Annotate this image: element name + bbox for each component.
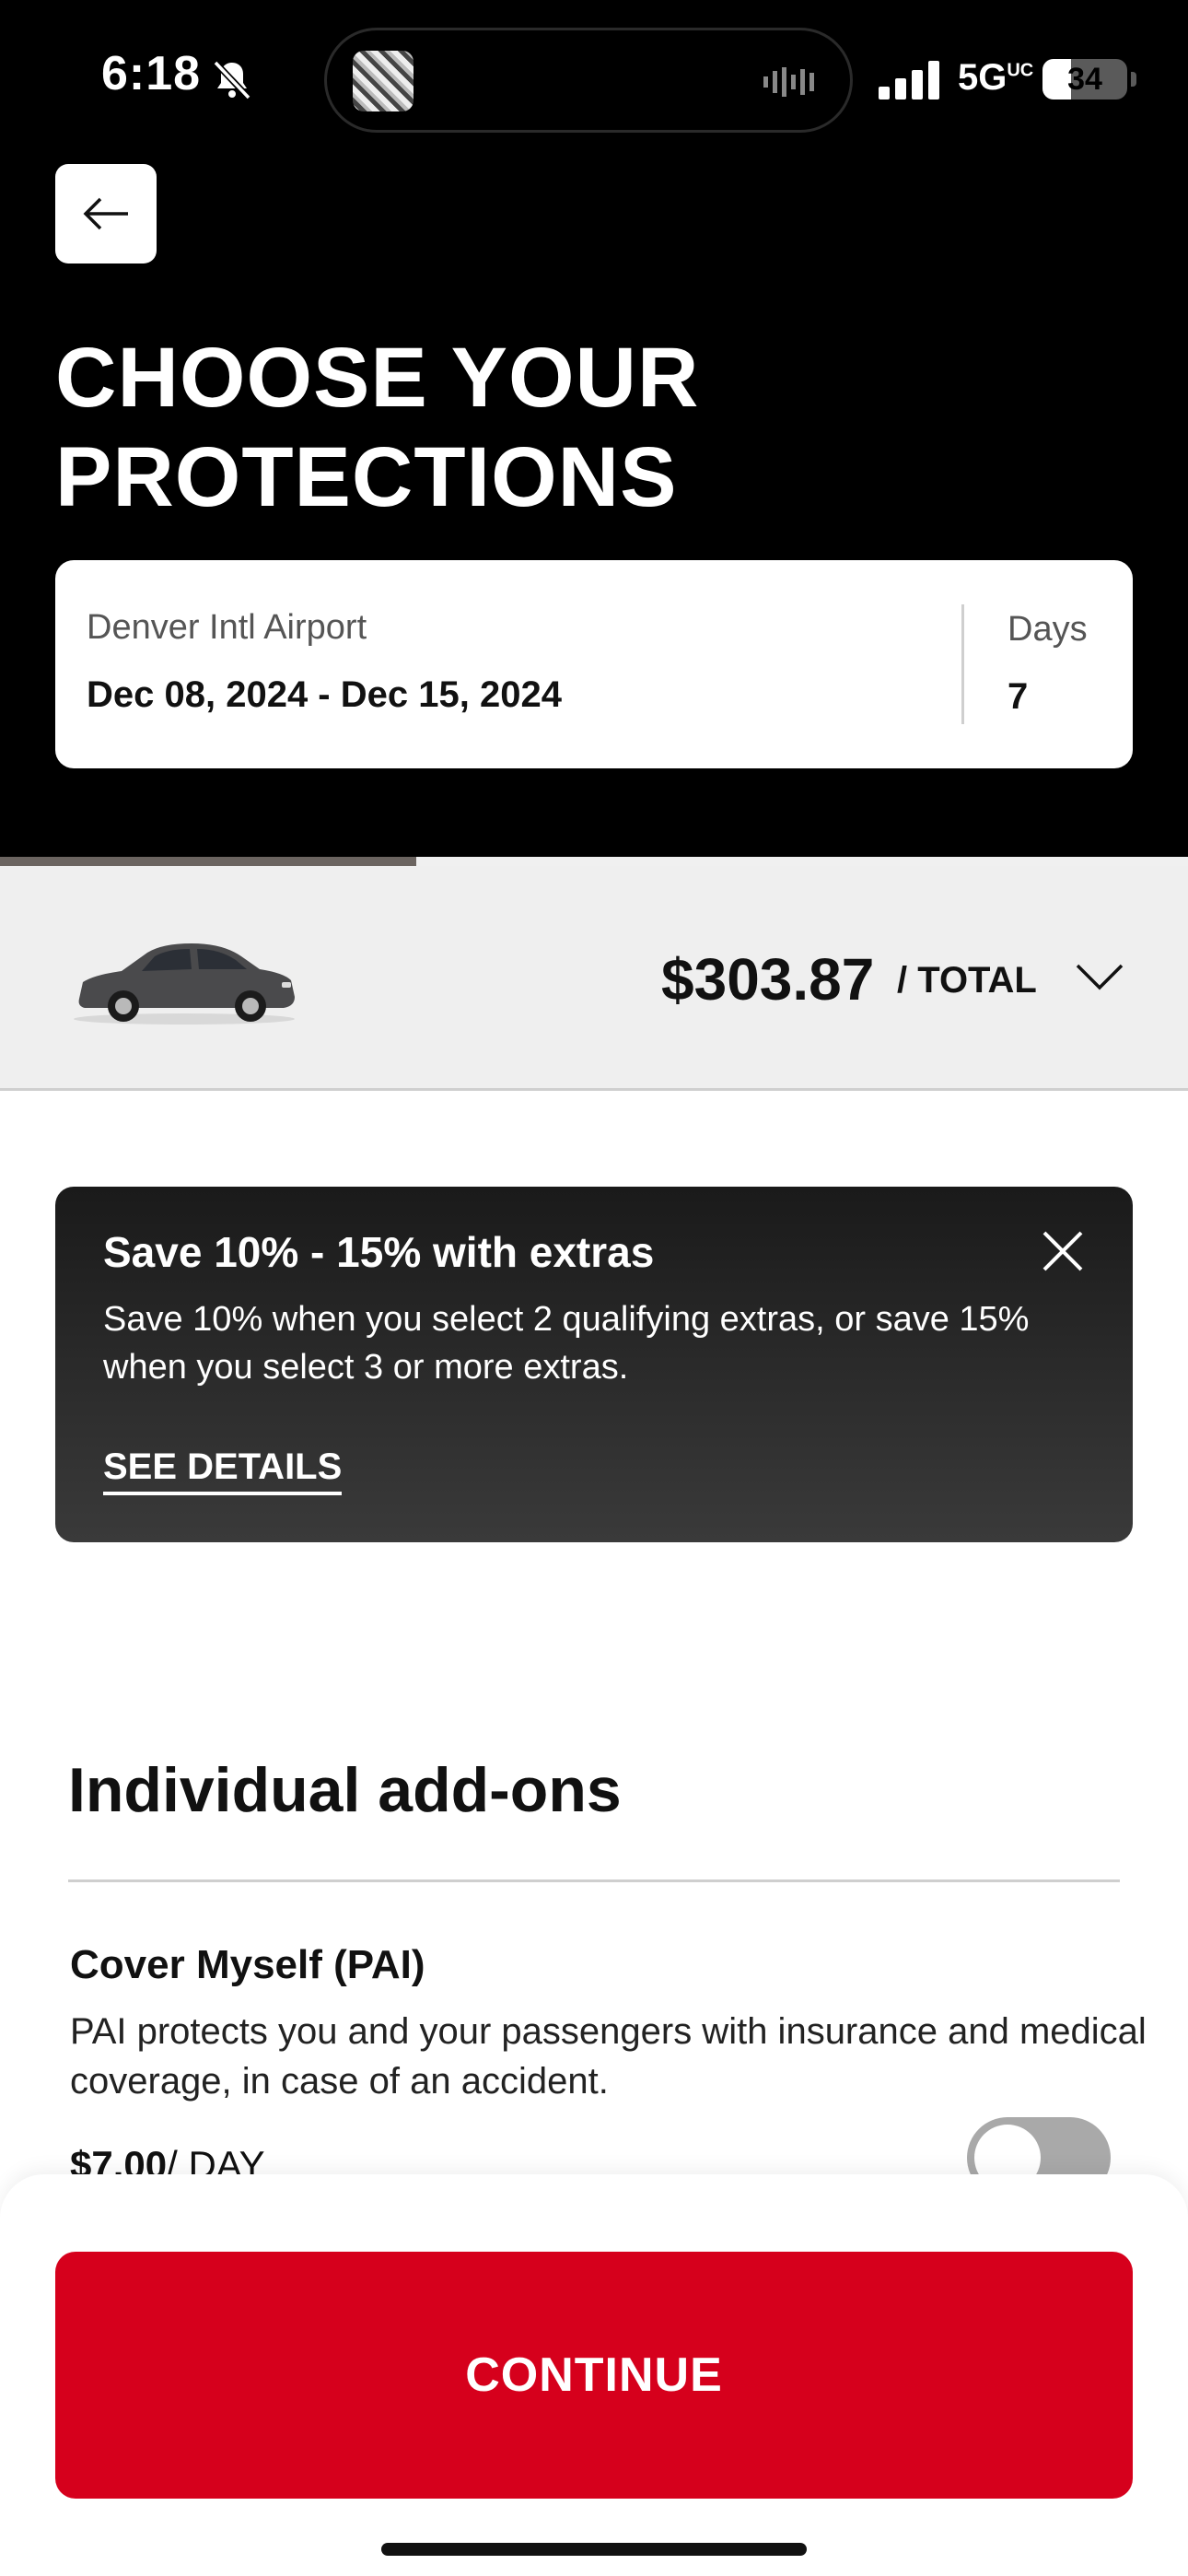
continue-button[interactable]: CONTINUE	[55, 2252, 1133, 2499]
trip-card: Denver Intl Airport Dec 08, 2024 - Dec 1…	[55, 560, 1133, 768]
addon-description: PAI protects you and your passengers wit…	[70, 2011, 1147, 2102]
close-icon[interactable]	[1037, 1225, 1089, 1277]
page-title: CHOOSE YOUR PROTECTIONS	[55, 331, 700, 524]
see-details-link[interactable]: SEE DETAILS	[103, 1446, 343, 1495]
promo-title: Save 10% - 15% with extras	[103, 1228, 655, 1276]
trip-days-value: 7	[1007, 676, 1029, 717]
arrow-left-icon	[83, 197, 128, 230]
trip-divider	[961, 604, 964, 724]
home-indicator	[381, 2543, 807, 2556]
back-button[interactable]	[55, 164, 157, 263]
battery-cap	[1131, 72, 1136, 87]
now-playing-artwork	[353, 51, 413, 111]
bottom-sheet: CONTINUE	[0, 2174, 1188, 2576]
price-total: $303.87	[661, 946, 875, 1013]
price-summary-bar[interactable]: $303.87 / TOTAL	[0, 866, 1188, 1091]
promo-body: Save 10% when you select 2 qualifying ex…	[103, 1300, 1030, 1387]
section-title: Individual add-ons	[68, 1755, 622, 1825]
trip-days-label: Days	[1007, 610, 1088, 649]
progress-fill	[0, 857, 416, 866]
header: 6:18 5GUC 34 CHOOSE YOUR PROTECTIONS Den…	[0, 0, 1188, 857]
progress-bar	[0, 857, 1188, 866]
signal-icon	[879, 61, 939, 100]
dynamic-island	[324, 28, 853, 133]
network-label: 5GUC	[958, 57, 1034, 98]
bell-slash-icon	[213, 60, 251, 100]
battery-level: 34	[1067, 62, 1102, 97]
trip-dates: Dec 08, 2024 - Dec 15, 2024	[87, 674, 562, 715]
status-time: 6:18	[101, 47, 202, 100]
section-divider	[68, 1879, 1120, 1882]
price-suffix: / TOTAL	[897, 960, 1037, 1001]
battery-icon: 34	[1042, 59, 1127, 100]
page: 6:18 5GUC 34 CHOOSE YOUR PROTECTIONS Den…	[0, 0, 1188, 2576]
trip-location: Denver Intl Airport	[87, 608, 367, 647]
addon-title: Cover Myself (PAI)	[70, 1942, 425, 1987]
chevron-down-icon[interactable]	[1072, 958, 1127, 995]
status-bar: 6:18 5GUC 34	[0, 0, 1188, 157]
promo-banner: Save 10% - 15% with extras Save 10% when…	[55, 1187, 1133, 1542]
waveform-icon	[763, 67, 814, 97]
car-image	[74, 943, 295, 1025]
